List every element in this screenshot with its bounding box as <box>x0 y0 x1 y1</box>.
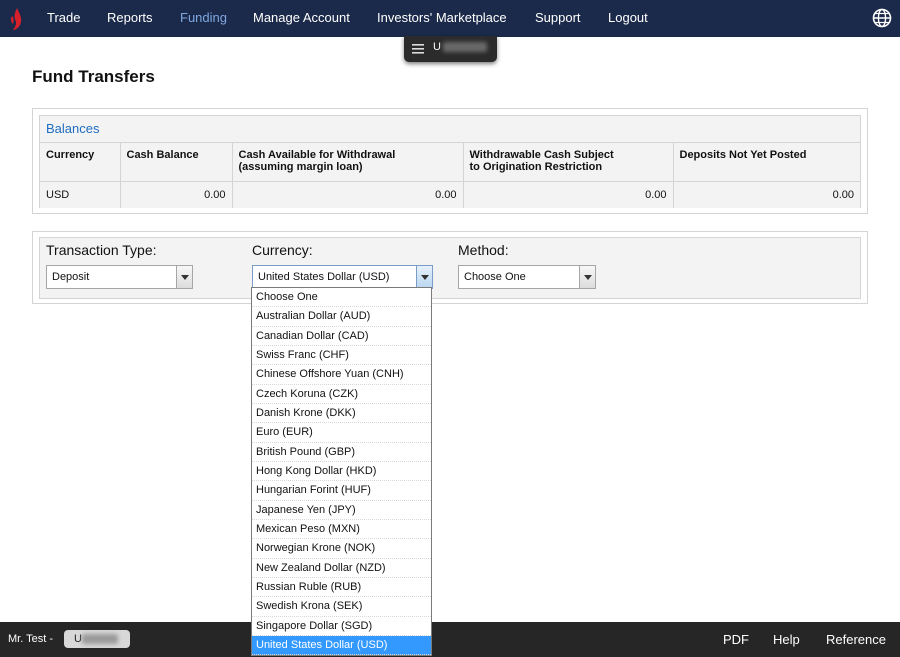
column-header-currency: Currency <box>40 143 121 182</box>
account-id: U <box>433 41 487 53</box>
chevron-down-icon[interactable] <box>416 266 432 288</box>
currency-option[interactable]: Danish Krone (DKK) <box>252 404 431 424</box>
method-label: Method: <box>458 242 509 258</box>
currency-label: Currency: <box>252 242 313 258</box>
balances-panel: Balances Currency Cash Balance Cash Avai… <box>32 108 868 214</box>
currency-option[interactable]: Hong Kong Dollar (HKD) <box>252 462 431 482</box>
balances-box: Balances Currency Cash Balance Cash Avai… <box>39 115 861 208</box>
account-id-redacted <box>442 42 487 53</box>
nav-manage-account[interactable]: Manage Account <box>253 10 350 25</box>
top-nav: Trade Reports Funding Manage Account Inv… <box>0 0 900 37</box>
user-name: Mr. Test - <box>8 633 54 645</box>
currency-option[interactable]: British Pound (GBP) <box>252 443 431 462</box>
currency-option[interactable]: New Zealand Dollar (NZD) <box>252 559 431 578</box>
reference-link[interactable]: Reference <box>826 632 886 647</box>
transaction-panel: Transaction Type: Deposit Currency: Unit… <box>32 231 868 304</box>
balances-title: Balances <box>46 121 100 136</box>
page-title: Fund Transfers <box>32 67 155 86</box>
chevron-down-icon[interactable] <box>176 266 192 288</box>
nav-funding[interactable]: Funding <box>180 10 227 25</box>
balances-table: Currency Cash Balance Cash Available for… <box>40 143 860 208</box>
currency-option[interactable]: Singapore Dollar (SGD) <box>252 617 431 636</box>
column-header-cash-balance: Cash Balance <box>120 143 233 182</box>
cell-cash-balance: 0.00 <box>120 181 233 208</box>
transaction-type-value: Deposit <box>52 271 90 283</box>
ib-logo-icon[interactable] <box>10 7 24 31</box>
bottom-bar: Mr. Test - U PDF Help Reference <box>0 622 900 657</box>
currency-value: United States Dollar (USD) <box>258 271 390 283</box>
currency-select[interactable]: United States Dollar (USD) <box>252 265 433 289</box>
currency-option[interactable]: Canadian Dollar (CAD) <box>252 327 431 346</box>
table-row: USD 0.00 0.00 0.00 0.00 <box>40 181 860 208</box>
help-link[interactable]: Help <box>773 632 800 647</box>
column-header-cash-available: Cash Available for Withdrawal (assuming … <box>232 143 464 182</box>
currency-option[interactable]: Norwegian Krone (NOK) <box>252 539 431 559</box>
account-selector[interactable]: U <box>404 36 497 62</box>
currency-option[interactable]: Czech Koruna (CZK) <box>252 385 431 404</box>
cell-deposits-not-posted: 0.00 <box>673 181 860 208</box>
column-header-deposits-not-posted: Deposits Not Yet Posted <box>673 143 860 182</box>
footer-account-prefix: U <box>74 633 82 645</box>
currency-option[interactable]: United States Dollar (USD) <box>252 635 431 656</box>
currency-option[interactable]: Australian Dollar (AUD) <box>252 307 431 327</box>
method-select[interactable]: Choose One <box>458 265 596 289</box>
cell-cash-available: 0.00 <box>232 181 464 208</box>
balances-header: Balances <box>40 116 860 143</box>
nav-support[interactable]: Support <box>535 10 581 25</box>
footer-account-chip[interactable]: U <box>64 630 130 648</box>
transaction-box: Transaction Type: Deposit Currency: Unit… <box>39 237 861 299</box>
transaction-type-label: Transaction Type: <box>46 242 157 258</box>
method-value: Choose One <box>464 271 526 283</box>
currency-option[interactable]: Mexican Peso (MXN) <box>252 520 431 540</box>
nav-trade[interactable]: Trade <box>47 10 80 25</box>
currency-option[interactable]: Japanese Yen (JPY) <box>252 501 431 520</box>
hamburger-icon <box>412 44 424 54</box>
currency-option[interactable]: Swiss Franc (CHF) <box>252 346 431 366</box>
pdf-link[interactable]: PDF <box>723 632 749 647</box>
currency-option[interactable]: Choose One <box>252 288 431 308</box>
cell-withdrawable-cash: 0.00 <box>463 181 674 208</box>
nav-investors-marketplace[interactable]: Investors' Marketplace <box>377 10 507 25</box>
column-header-withdrawable-cash: Withdrawable Cash Subject to Origination… <box>463 143 674 182</box>
currency-option[interactable]: Russian Ruble (RUB) <box>252 578 431 598</box>
nav-logout[interactable]: Logout <box>608 10 648 25</box>
currency-option[interactable]: Euro (EUR) <box>252 423 431 443</box>
currency-option[interactable]: Chinese Offshore Yuan (CNH) <box>252 365 431 385</box>
footer-account-redacted <box>82 634 118 644</box>
currency-option[interactable]: Swedish Krona (SEK) <box>252 597 431 617</box>
nav-reports[interactable]: Reports <box>107 10 153 25</box>
globe-icon[interactable] <box>872 8 892 28</box>
transaction-type-select[interactable]: Deposit <box>46 265 193 289</box>
currency-option[interactable]: Hungarian Forint (HUF) <box>252 481 431 501</box>
chevron-down-icon[interactable] <box>579 266 595 288</box>
cell-currency: USD <box>40 181 121 208</box>
currency-dropdown-list[interactable]: Choose One Australian Dollar (AUD) Canadia… <box>251 287 432 656</box>
